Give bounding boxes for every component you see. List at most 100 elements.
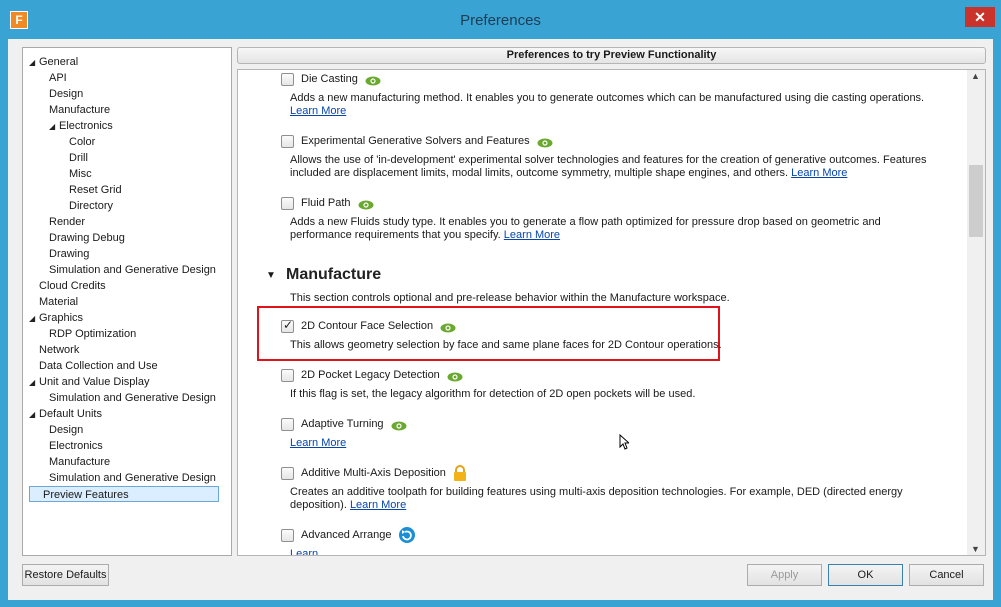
window-title: Preferences xyxy=(460,12,541,29)
dialog-client: ◢ General API Design Manufacture ◢ Electronics… xyxy=(8,39,993,600)
tree-item[interactable]: ◢ General xyxy=(29,54,78,70)
tree-item[interactable]: ◢ Default Units xyxy=(29,406,102,422)
tree-item-label: Simulation and Generative Design xyxy=(49,472,216,484)
description-line: included are displacement limits, modal … xyxy=(290,167,926,180)
tree-expand-arrow-icon[interactable]: ◢ xyxy=(29,55,39,71)
tree-item[interactable]: Cloud Credits xyxy=(29,278,106,294)
feature-title: Die Casting xyxy=(301,73,358,85)
refresh-icon xyxy=(398,527,415,543)
learn-more-link[interactable]: Learn More xyxy=(504,229,560,241)
tree-item-label: Directory xyxy=(69,200,114,212)
learn-more-link[interactable]: Learn More xyxy=(290,105,346,117)
preview-features-list: ▼ Manufacture This section controls opti… xyxy=(237,69,986,556)
apply-button[interactable]: Apply xyxy=(747,564,822,586)
tree-item[interactable]: Misc xyxy=(69,166,92,182)
tree-item[interactable]: ◢ Electronics xyxy=(49,118,113,134)
tree-item-label: Design xyxy=(49,424,84,436)
tree-item[interactable]: Simulation and Generative Design xyxy=(49,390,216,406)
tree-item[interactable]: Reset Grid xyxy=(69,182,122,198)
scroll-down-arrow[interactable]: ▼ xyxy=(971,544,980,554)
description-line: Learn More xyxy=(290,105,924,118)
tree-expand-arrow-icon[interactable]: ◢ xyxy=(29,407,39,423)
scroll-up-arrow[interactable]: ▲ xyxy=(971,71,980,81)
tree-item[interactable]: Network xyxy=(29,342,79,358)
description-line: Allows the use of 'in-development' exper… xyxy=(290,154,927,166)
tree-item[interactable]: Manufacture xyxy=(49,454,110,470)
tree-item-label: Misc xyxy=(69,168,92,180)
tree-item[interactable]: Electronics xyxy=(49,438,103,454)
tree-item[interactable]: Manufacture xyxy=(49,102,110,118)
description-line: Learn More xyxy=(290,437,346,450)
description-line: If this flag is set, the legacy algorith… xyxy=(290,388,696,400)
learn-more-link[interactable]: Learn More xyxy=(350,499,406,511)
tree-item-label: Reset Grid xyxy=(69,184,122,196)
close-button[interactable]: ✕ xyxy=(965,7,995,27)
section-title-manufacture: Manufacture xyxy=(286,266,382,283)
tree-item-label: Drill xyxy=(69,152,88,164)
feature-checkbox[interactable] xyxy=(281,529,294,542)
tree-item[interactable]: Drawing Debug xyxy=(49,230,125,246)
tree-expand-arrow-icon[interactable]: ◢ xyxy=(29,375,39,391)
feature-description: Adds a new Fluids study type. It enables… xyxy=(290,216,881,242)
feature-checkbox[interactable] xyxy=(281,73,294,86)
restore-defaults-button[interactable]: Restore Defaults xyxy=(22,564,109,586)
tree-item[interactable]: Preview Features xyxy=(29,486,219,502)
tree-item[interactable]: Data Collection and Use xyxy=(29,358,158,374)
feature-description: Adds a new manufacturing method. It enab… xyxy=(290,92,924,118)
description-text: deposition). xyxy=(290,499,347,511)
feature-checkbox[interactable] xyxy=(281,369,294,382)
tree-item[interactable]: Design xyxy=(49,86,83,102)
ok-button[interactable]: OK xyxy=(828,564,903,586)
tree-item[interactable]: ◢ Graphics xyxy=(29,310,83,326)
description-line: This allows geometry selection by face a… xyxy=(290,339,722,351)
description-line: deposition). Learn More xyxy=(290,499,903,512)
preview-panel: Preferences to try Preview Functionality… xyxy=(237,47,986,556)
feature-title: Experimental Generative Solvers and Feat… xyxy=(301,135,530,147)
tree-item[interactable]: Directory xyxy=(69,198,113,214)
learn-more-link[interactable]: Learn xyxy=(290,548,318,555)
tree-item[interactable]: Simulation and Generative Design xyxy=(49,262,216,278)
learn-more-link[interactable]: Learn More xyxy=(791,167,847,179)
tree-item[interactable]: API xyxy=(49,70,67,86)
tree-item[interactable]: RDP Optimization xyxy=(49,326,136,342)
feature-description: Learn xyxy=(290,548,318,555)
tree-item-label: Design xyxy=(49,88,84,100)
tree-item[interactable]: Render xyxy=(49,214,85,230)
tree-item[interactable]: Simulation and Generative Design xyxy=(49,470,216,486)
description-line: Adds a new Fluids study type. It enables… xyxy=(290,216,881,228)
description-line: performance requirements that you specif… xyxy=(290,229,881,242)
tree-expand-arrow-icon[interactable]: ◢ xyxy=(29,311,39,327)
tree-item[interactable]: Color xyxy=(69,134,95,150)
title-bar: F Preferences ✕ xyxy=(0,0,1001,40)
description-text: included are displacement limits, modal … xyxy=(290,167,789,179)
tree-expand-arrow-icon[interactable]: ◢ xyxy=(49,119,59,135)
section-collapse-arrow[interactable]: ▼ xyxy=(266,270,276,281)
tree-item[interactable]: ◢ Unit and Value Display xyxy=(29,374,149,390)
tree-item[interactable]: Design xyxy=(49,422,83,438)
tree-item-label: Cloud Credits xyxy=(39,280,106,292)
description-line: Adds a new manufacturing method. It enab… xyxy=(290,92,925,104)
tree-item[interactable]: Material xyxy=(29,294,78,310)
tree-item[interactable]: Drawing xyxy=(49,246,89,262)
feature-checkbox[interactable] xyxy=(281,467,294,480)
tree-item-label: Drawing xyxy=(49,248,90,260)
section-description: This section controls optional and pre-r… xyxy=(290,292,730,304)
vertical-scrollbar[interactable]: ▲ ▼ xyxy=(967,70,985,555)
mouse-cursor-icon xyxy=(619,434,629,450)
feature-checkbox[interactable] xyxy=(281,197,294,210)
tree-item-label: Material xyxy=(39,296,79,308)
feature-checkbox[interactable] xyxy=(281,318,294,333)
cancel-button[interactable]: Cancel xyxy=(909,564,984,586)
learn-more-link[interactable]: Learn More xyxy=(290,437,346,449)
tree-item-label: Graphics xyxy=(39,312,84,324)
scroll-thumb[interactable] xyxy=(969,165,983,237)
feature-checkbox[interactable] xyxy=(281,418,294,431)
tree-item[interactable]: Drill xyxy=(69,150,88,166)
eye-icon xyxy=(391,420,407,431)
feature-description: Learn More xyxy=(290,437,346,450)
lock-icon xyxy=(453,465,469,481)
feature-title: Advanced Arrange xyxy=(301,529,392,541)
description-text: performance requirements that you specif… xyxy=(290,229,501,241)
feature-checkbox[interactable] xyxy=(281,135,294,148)
feature-description: This allows geometry selection by face a… xyxy=(290,339,722,352)
